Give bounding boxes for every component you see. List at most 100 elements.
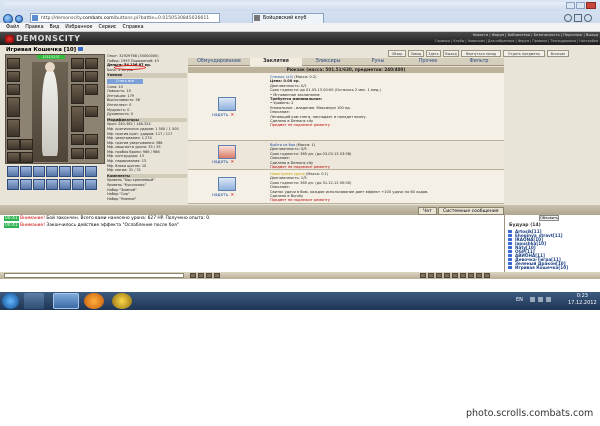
send-icon[interactable]	[214, 273, 220, 278]
menu-help[interactable]: Справка	[122, 23, 143, 32]
scroll-slot-icon[interactable]	[85, 179, 97, 190]
app-taskbar-icon[interactable]	[112, 293, 132, 309]
address-bar[interactable]: http://demonscity.combats.com/buttons.pl…	[30, 13, 220, 23]
remove-all-button[interactable]: Снять всё	[107, 78, 143, 84]
mail-icon[interactable]	[428, 273, 434, 278]
menu-favorites[interactable]: Избранное	[65, 23, 92, 32]
taskbar-clock[interactable]: 0:23 17.12.2012	[568, 293, 597, 307]
give-items-button[interactable]: Отдать предметы	[503, 50, 545, 57]
link-rules[interactable]: Правила	[532, 39, 547, 43]
charm4-slot[interactable]	[85, 148, 98, 159]
legs-slot[interactable]	[71, 106, 84, 132]
here-button[interactable]: Здесь	[426, 50, 441, 57]
link-forum[interactable]: Форум	[492, 33, 504, 37]
delete-icon[interactable]: ✕	[230, 113, 234, 118]
home-icon[interactable]	[564, 14, 572, 22]
user-link[interactable]: Игривая Кошечка[10]	[515, 265, 568, 270]
scroll-slot-icon[interactable]	[33, 179, 45, 190]
scroll-slot-icon[interactable]	[20, 166, 32, 177]
offhand-slot[interactable]	[71, 84, 84, 104]
minimize-icon[interactable]	[566, 2, 575, 9]
menu-tools[interactable]: Сервис	[99, 23, 117, 32]
belt-slot[interactable]	[7, 139, 20, 150]
inventory-icon[interactable]	[444, 273, 450, 278]
maximize-icon[interactable]	[576, 2, 585, 9]
pocket-slot[interactable]	[7, 152, 20, 163]
chat-input[interactable]	[4, 273, 184, 278]
delete-icon[interactable]: ✕	[230, 160, 234, 165]
link-clubs[interactable]: Клубы	[453, 39, 464, 43]
exit-icon[interactable]	[484, 273, 490, 278]
scroll-slot-icon[interactable]	[33, 166, 45, 177]
favorites-icon[interactable]	[574, 14, 582, 22]
equip-link[interactable]: надеть	[212, 193, 228, 198]
charm3-slot[interactable]	[71, 148, 84, 159]
scroll-slot-icon[interactable]	[59, 166, 71, 177]
friends-icon[interactable]	[436, 273, 442, 278]
charm2-slot[interactable]	[85, 134, 98, 145]
charm1-slot[interactable]	[71, 134, 84, 145]
tab-system-messages[interactable]: Системные сообщения	[438, 207, 504, 215]
jumped-button[interactable]: Вскочил	[547, 50, 569, 57]
forward-icon[interactable]	[15, 15, 23, 23]
link-support[interactable]: Техподдержка	[550, 39, 576, 43]
link-newbies[interactable]: Новичкам	[468, 39, 485, 43]
link-forum2[interactable]: Форум	[518, 39, 529, 43]
equip-link[interactable]: надеть	[212, 160, 228, 165]
boots-slot[interactable]	[85, 106, 98, 117]
exit-button[interactable]: Выход	[443, 50, 459, 57]
scroll-slot-icon[interactable]	[85, 166, 97, 177]
equip-link[interactable]: надеть	[212, 113, 228, 118]
quest-icon[interactable]	[452, 273, 458, 278]
rune1-slot[interactable]	[85, 71, 98, 82]
scroll-slot-icon[interactable]	[7, 166, 19, 177]
shield-slot[interactable]	[71, 71, 84, 82]
helmet-slot[interactable]	[7, 58, 20, 69]
scroll-slot-icon[interactable]	[46, 179, 58, 190]
scroll-slot-icon[interactable]	[59, 179, 71, 190]
link-library[interactable]: Библиотека	[508, 33, 531, 37]
scroll-slot-icon[interactable]	[72, 179, 84, 190]
scroll-slot-icon[interactable]	[72, 166, 84, 177]
ring2-slot[interactable]	[20, 152, 33, 163]
ring1-slot[interactable]	[20, 139, 33, 150]
tab-other[interactable]: Прочее	[402, 58, 454, 66]
map-icon[interactable]	[420, 273, 426, 278]
item-title[interactable]: Новогоднее удача	[270, 172, 305, 176]
gloves-slot[interactable]	[71, 58, 84, 69]
go-back-button[interactable]: Вернуться назад	[461, 50, 501, 57]
menu-view[interactable]: Вид	[50, 23, 60, 32]
earring-slot[interactable]	[7, 71, 20, 82]
view-button[interactable]: Обзор	[388, 50, 406, 57]
rune2-slot[interactable]	[85, 84, 98, 95]
explorer-taskbar-icon[interactable]	[24, 293, 44, 309]
browser-tab[interactable]: Бойцовский клуб	[252, 13, 324, 23]
link-settings[interactable]: Настройки	[579, 39, 598, 43]
close-icon[interactable]	[586, 2, 596, 9]
help-icon[interactable]	[476, 273, 482, 278]
link-exit[interactable]: Выход	[586, 33, 598, 37]
tray-icon[interactable]	[530, 297, 535, 302]
link-services[interactable]: Сервисы	[435, 39, 450, 43]
link-chosen[interactable]: Для избранных	[488, 39, 515, 43]
scroll-slot-icon[interactable]	[46, 166, 58, 177]
clear-icon[interactable]	[198, 273, 204, 278]
start-button-icon[interactable]	[2, 293, 19, 309]
item-title[interactable]: Снежок (x3)	[270, 75, 293, 79]
scroll-slot-icon[interactable]	[20, 179, 32, 190]
tab-filter[interactable]: Фильтр	[454, 58, 504, 66]
link-news[interactable]: Новости	[473, 33, 489, 37]
section-skills[interactable]: Умения	[107, 73, 187, 78]
delete-icon[interactable]: ✕	[230, 193, 234, 198]
refresh-button[interactable]: Обновить	[539, 215, 559, 221]
armor-slot[interactable]	[7, 119, 20, 137]
ie-taskbar-icon[interactable]	[53, 293, 79, 309]
scroll-slot-icon[interactable]	[7, 179, 19, 190]
firefox-taskbar-icon[interactable]	[84, 293, 104, 309]
gear-icon[interactable]	[584, 14, 592, 22]
sound-icon[interactable]	[468, 273, 474, 278]
necklace-slot[interactable]	[7, 84, 20, 95]
smile-icon[interactable]	[190, 273, 196, 278]
tab-spells[interactable]: Заклятия	[250, 58, 302, 66]
link-character[interactable]: Персонаж	[563, 33, 582, 37]
